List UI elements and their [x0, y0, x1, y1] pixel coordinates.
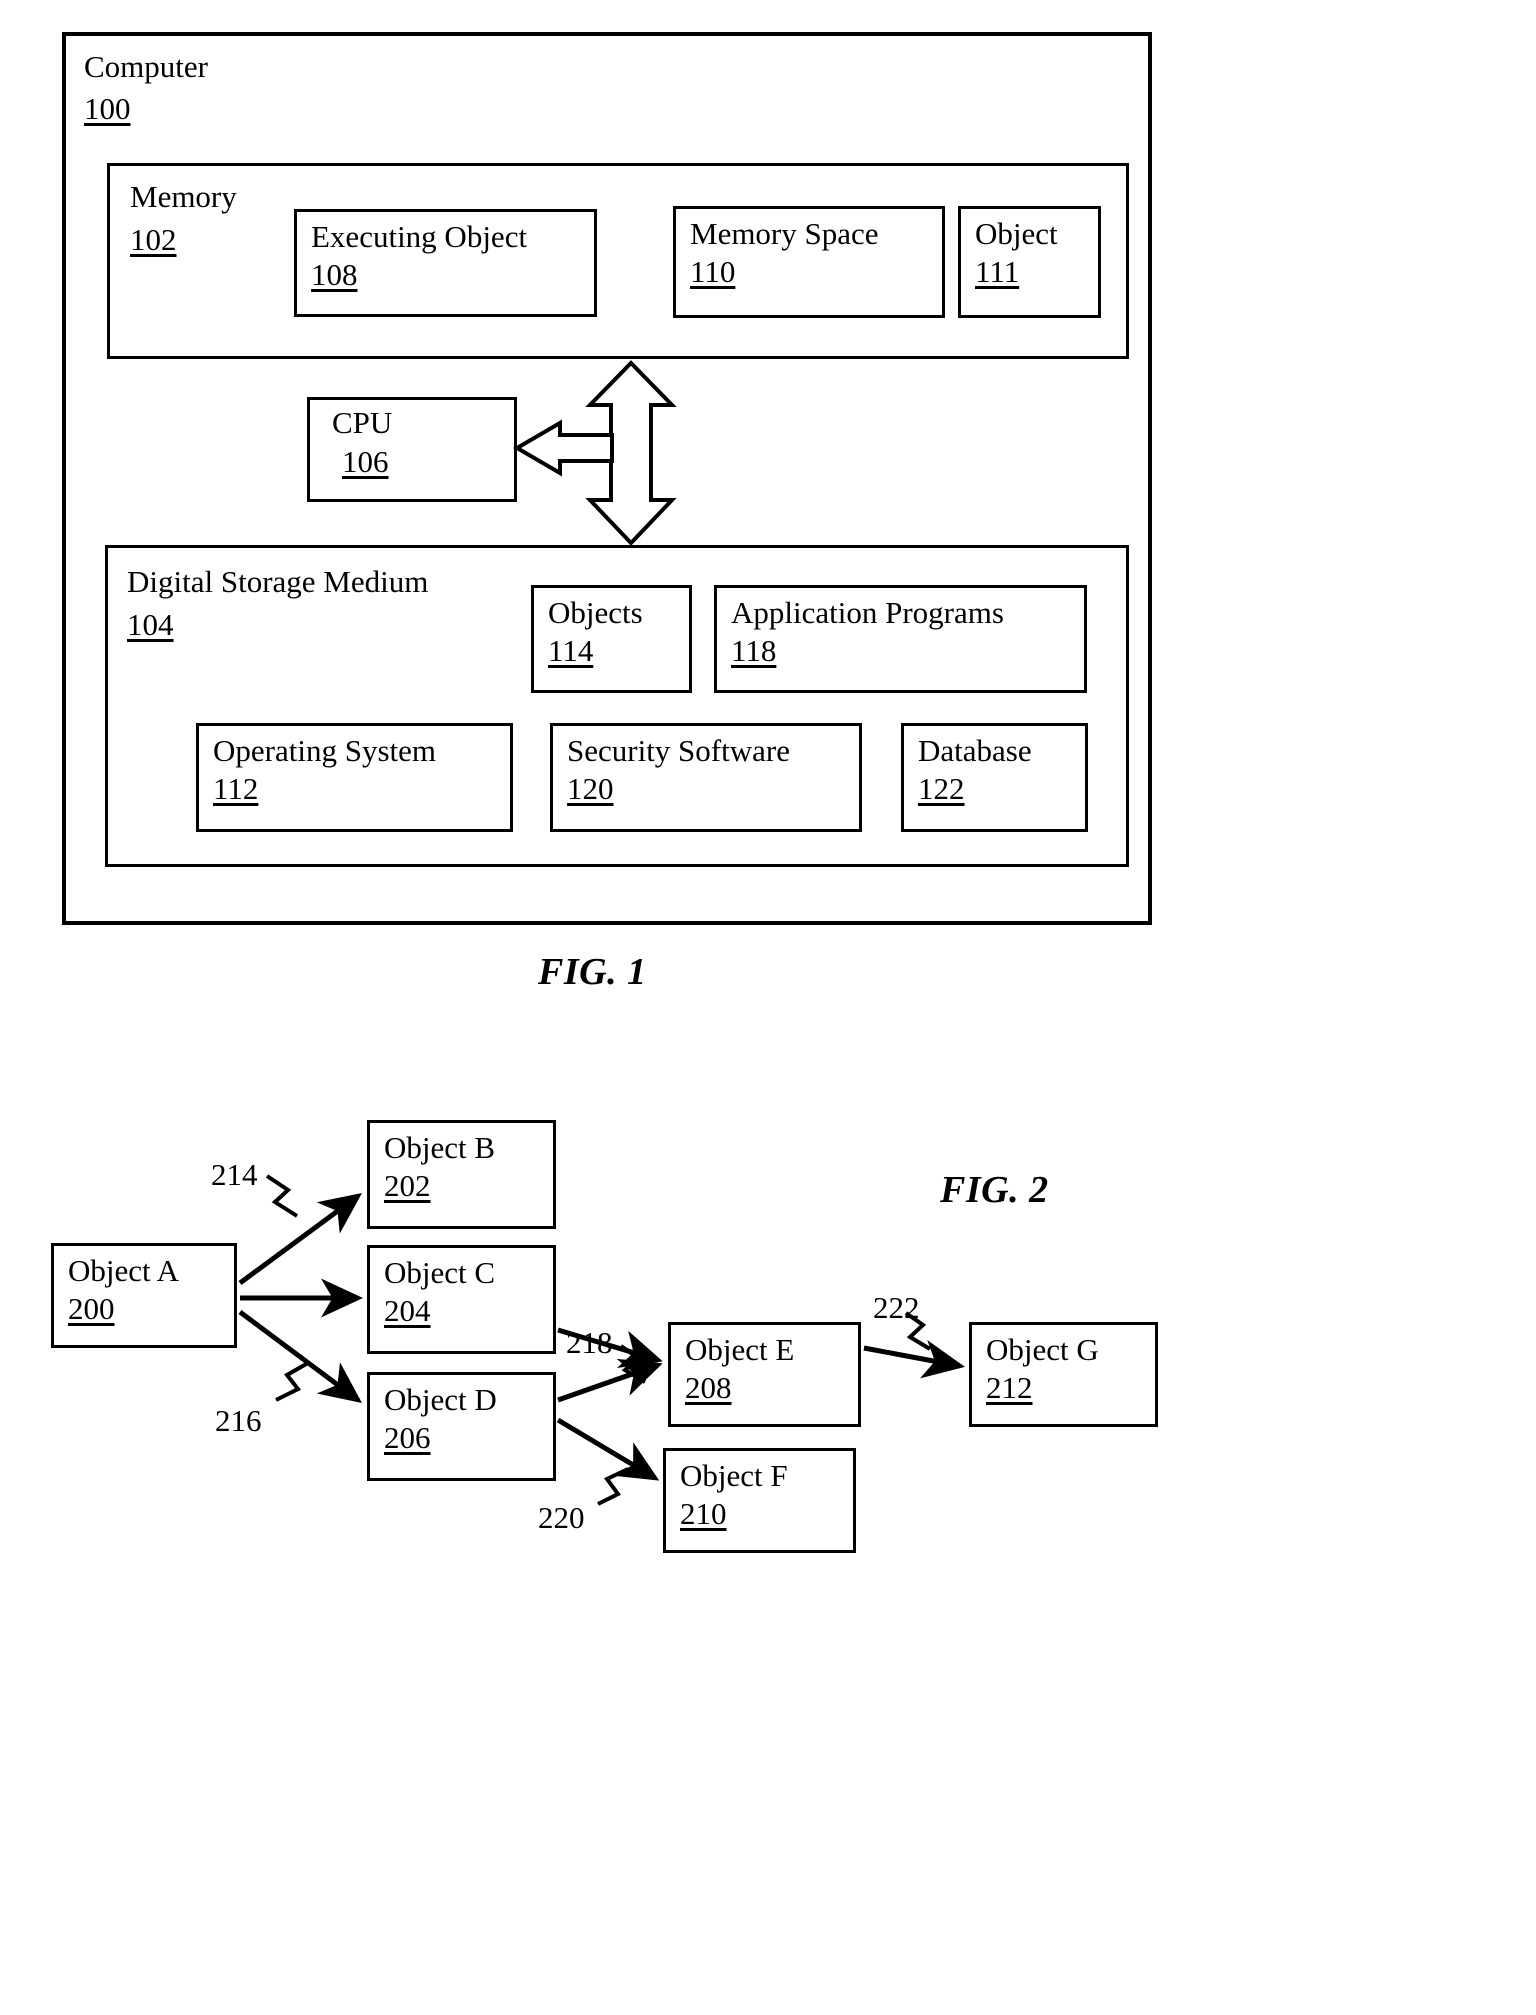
cpu-number: 106 [342, 444, 389, 479]
object-f-number: 210 [680, 1496, 727, 1531]
object-a-label: Object A [68, 1253, 180, 1288]
application-programs-label: Application Programs [731, 595, 1004, 630]
edge-a-to-d [238, 1309, 363, 1403]
security-software-box: Security Software 120 [550, 723, 862, 832]
edge-label-218: 218 [566, 1325, 613, 1360]
application-programs-box: Application Programs 118 [714, 585, 1087, 693]
edge-e-to-g [863, 1340, 965, 1379]
objects-114-box: Objects 114 [531, 585, 692, 693]
object-111-label: Object [975, 216, 1058, 251]
digital-storage-medium-label: Digital Storage Medium [127, 564, 429, 599]
object-a-number: 200 [68, 1291, 115, 1326]
database-box: Database 122 [901, 723, 1088, 832]
object-c-box: Object C 204 [367, 1245, 556, 1354]
cpu-label: CPU [332, 405, 393, 440]
executing-object-label: Executing Object [311, 219, 528, 254]
memory-space-number: 110 [690, 254, 736, 289]
figure-1-caption: FIG. 1 [538, 951, 647, 993]
object-e-box: Object E 208 [668, 1322, 861, 1427]
edge-label-220: 220 [538, 1500, 585, 1535]
leader-218 [619, 1344, 647, 1384]
computer-label: Computer [84, 49, 208, 84]
edge-d-to-f [556, 1417, 660, 1481]
object-111-number: 111 [975, 254, 1020, 289]
object-f-label: Object F [680, 1458, 788, 1493]
leader-220 [597, 1467, 629, 1506]
object-g-number: 212 [986, 1370, 1033, 1405]
object-e-number: 208 [685, 1370, 732, 1405]
edge-label-222: 222 [873, 1290, 920, 1325]
memory-space-label: Memory Space [690, 216, 879, 251]
objects-114-number: 114 [548, 633, 594, 668]
object-c-label: Object C [384, 1255, 496, 1290]
security-software-number: 120 [567, 771, 614, 806]
memory-space-box: Memory Space 110 [673, 206, 945, 318]
memory-label: Memory [130, 179, 237, 214]
objects-114-label: Objects [548, 595, 643, 630]
object-111-box: Object 111 [958, 206, 1101, 318]
leader-214 [265, 1174, 299, 1218]
patent-drawing-sheet: Computer 100 Memory 102 Executing Object… [0, 0, 1536, 2015]
object-d-label: Object D [384, 1382, 497, 1417]
object-d-box: Object D 206 [367, 1372, 556, 1481]
edge-label-214: 214 [211, 1157, 258, 1192]
application-programs-number: 118 [731, 633, 777, 668]
cpu-box: CPU 106 [307, 397, 517, 502]
security-software-label: Security Software [567, 733, 790, 768]
object-a-box: Object A 200 [51, 1243, 237, 1348]
object-b-box: Object B 202 [367, 1120, 556, 1229]
digital-storage-medium-number: 104 [127, 607, 174, 642]
object-g-label: Object G [986, 1332, 1099, 1367]
object-c-number: 204 [384, 1293, 431, 1328]
executing-object-number: 108 [311, 257, 358, 292]
database-number: 122 [918, 771, 965, 806]
computer-number: 100 [84, 91, 131, 126]
object-b-label: Object B [384, 1130, 496, 1165]
object-b-number: 202 [384, 1168, 431, 1203]
operating-system-number: 112 [213, 771, 259, 806]
operating-system-label: Operating System [213, 733, 436, 768]
database-label: Database [918, 733, 1032, 768]
figure-2-caption: FIG. 2 [940, 1169, 1049, 1211]
object-g-box: Object G 212 [969, 1322, 1158, 1427]
operating-system-box: Operating System 112 [196, 723, 513, 832]
memory-number: 102 [130, 222, 177, 257]
object-d-number: 206 [384, 1420, 431, 1455]
object-f-box: Object F 210 [663, 1448, 856, 1553]
object-e-label: Object E [685, 1332, 795, 1367]
edge-a-to-b [238, 1193, 363, 1286]
leader-216 [275, 1361, 309, 1402]
edge-d-to-e [557, 1358, 663, 1403]
edge-label-216: 216 [215, 1403, 262, 1438]
executing-object-box: Executing Object 108 [294, 209, 597, 317]
